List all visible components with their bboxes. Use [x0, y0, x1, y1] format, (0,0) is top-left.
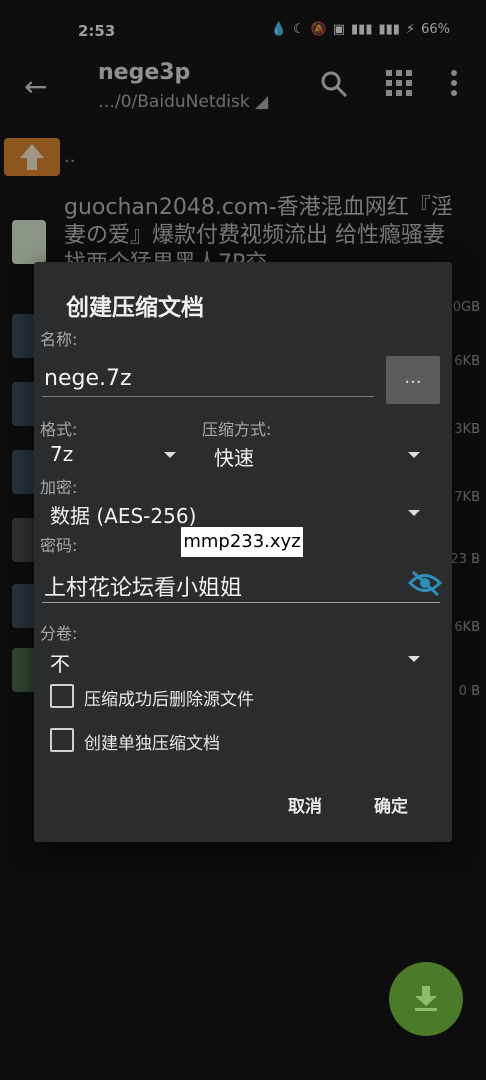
name-underline — [42, 396, 374, 397]
split-select[interactable]: 不 — [50, 648, 70, 677]
method-select[interactable]: 快速 — [214, 442, 254, 471]
delete-source-checkbox[interactable] — [50, 684, 74, 708]
split-dropdown-icon[interactable] — [408, 656, 420, 662]
format-dropdown-icon[interactable] — [164, 452, 176, 458]
name-input[interactable]: nege.7z — [44, 366, 132, 391]
password-input[interactable]: 上村花论坛看小姐姐 — [44, 570, 242, 602]
delete-source-label[interactable]: 压缩成功后删除源文件 — [84, 685, 254, 710]
watermark: mmp233.xyz — [181, 527, 303, 557]
browse-button[interactable]: ... — [386, 356, 440, 404]
separate-archive-label[interactable]: 创建单独压缩文档 — [84, 729, 220, 754]
method-label: 压缩方式: — [202, 420, 272, 439]
method-dropdown-icon[interactable] — [408, 452, 420, 458]
password-underline — [42, 602, 440, 603]
encryption-label: 加密: — [40, 478, 78, 497]
download-icon — [413, 984, 439, 1019]
encryption-dropdown-icon[interactable] — [408, 510, 420, 516]
cancel-button[interactable]: 取消 — [288, 792, 322, 817]
separate-archive-checkbox[interactable] — [50, 728, 74, 752]
visibility-off-icon[interactable] — [407, 570, 443, 597]
format-label: 格式: — [40, 420, 78, 439]
encryption-select[interactable]: 数据 (AES-256) — [50, 500, 196, 529]
split-label: 分卷: — [40, 624, 78, 643]
download-fab[interactable] — [389, 962, 463, 1036]
password-label: 密码: — [40, 536, 78, 555]
format-select[interactable]: 7z — [50, 442, 73, 466]
name-label: 名称: — [40, 330, 78, 349]
ok-button[interactable]: 确定 — [374, 792, 408, 817]
dialog-title: 创建压缩文档 — [66, 295, 204, 321]
